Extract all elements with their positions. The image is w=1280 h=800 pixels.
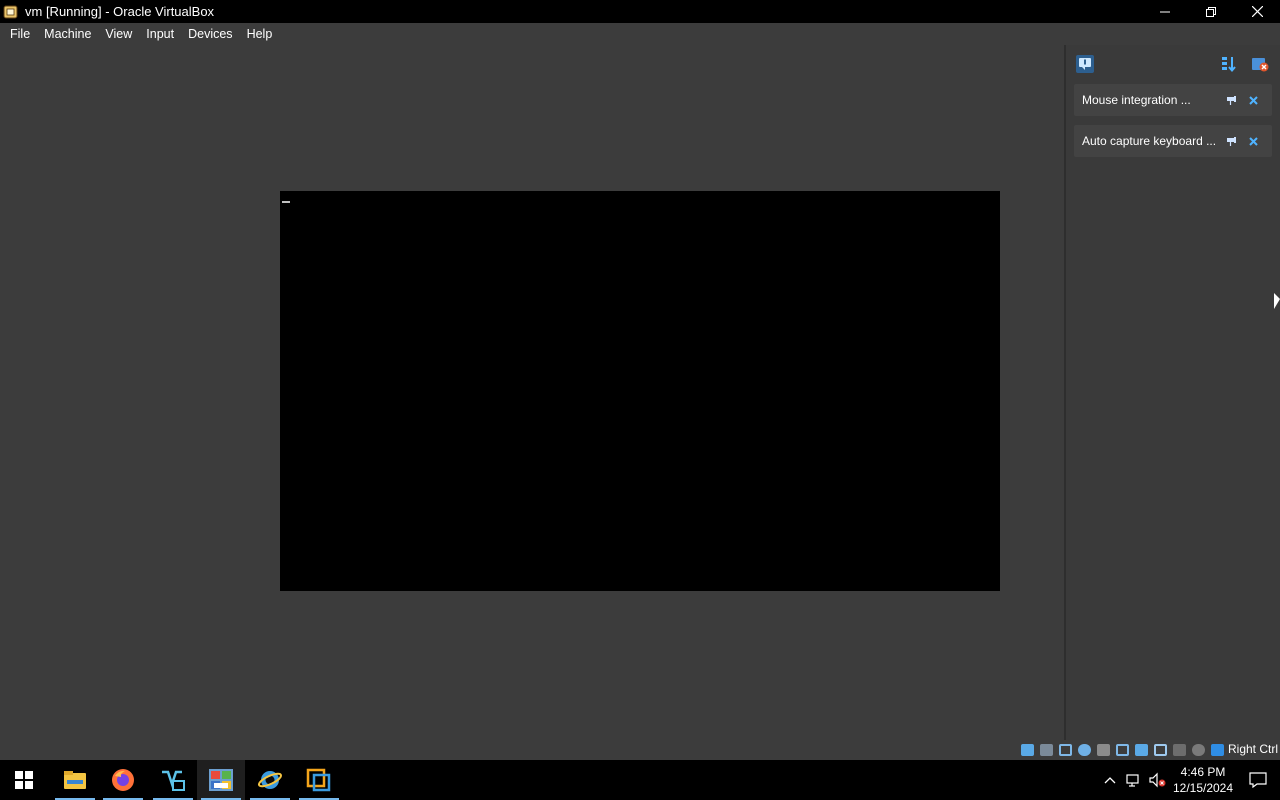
notification-panel-header [1066,45,1280,83]
status-bar: Right Ctrl [0,740,1280,760]
pin-icon[interactable] [1224,93,1238,107]
optical-drive-icon[interactable] [1037,741,1055,759]
restore-icon [1206,6,1216,17]
notification-center-icon[interactable] [1075,54,1095,74]
window-controls [1142,0,1280,23]
taskbar: 4:46 PM 12/15/2024 [0,760,1280,800]
mouse-integration-icon[interactable] [1189,741,1207,759]
taskbar-app-windows-2000[interactable] [197,760,245,800]
minimize-icon [1160,11,1170,12]
internet-explorer-icon [257,771,283,789]
windows-2000-icon [209,769,233,791]
cpu-icon[interactable] [1170,741,1188,759]
close-icon[interactable] [1246,134,1260,148]
volume-muted-icon[interactable] [1146,760,1170,800]
close-icon [1251,6,1263,17]
notification-panel: Mouse integration ... Auto capture keybo… [1064,45,1280,740]
usb-icon[interactable] [1075,741,1093,759]
clock[interactable]: 4:46 PM 12/15/2024 [1170,764,1236,796]
system-tray: 4:46 PM 12/15/2024 [1098,760,1280,800]
close-button[interactable] [1234,0,1280,23]
dismiss-all-icon[interactable] [1250,54,1270,74]
host-key-label[interactable]: Right Ctrl [1228,742,1278,756]
vm-screen[interactable] [280,191,1000,591]
menu-help[interactable]: Help [240,27,280,41]
taskbar-app-firefox[interactable] [99,760,147,800]
recording-icon[interactable] [1132,741,1150,759]
action-center-button[interactable] [1236,760,1280,800]
virtualbox-app-icon[interactable] [2,3,20,21]
text-cursor [282,201,290,203]
firefox-icon [112,769,134,791]
menu-view[interactable]: View [98,27,139,41]
display-icon[interactable] [1113,741,1131,759]
notification-item[interactable]: Auto capture keyboard ... [1074,125,1272,157]
taskbar-app-internet-explorer[interactable] [246,760,294,800]
clock-date: 12/15/2024 [1172,781,1234,795]
menu-devices[interactable]: Devices [181,27,239,41]
menu-file[interactable]: File [3,27,37,41]
vm-display-area [0,45,1064,740]
hard-disk-icon[interactable] [1018,741,1036,759]
action-center-icon [1249,772,1267,788]
close-icon[interactable] [1246,93,1260,107]
menu-machine[interactable]: Machine [37,27,98,41]
notification-text: Mouse integration ... [1082,93,1191,107]
start-button[interactable] [0,760,48,800]
taskbar-app-file-explorer[interactable] [51,760,99,800]
keyboard-capture-icon[interactable] [1208,741,1226,759]
minimize-button[interactable] [1142,0,1188,23]
visual-studio-icon [162,770,185,791]
windows-start-icon [15,771,33,789]
taskbar-app-visual-studio[interactable] [149,760,197,800]
clock-time: 4:46 PM [1180,765,1226,779]
network-icon[interactable] [1056,741,1074,759]
restore-button[interactable] [1188,0,1234,23]
menu-input[interactable]: Input [139,27,181,41]
virtualbox-icon [306,768,331,792]
pin-icon[interactable] [1224,134,1238,148]
shared-folders-icon[interactable] [1094,741,1112,759]
sort-icon[interactable] [1219,54,1239,74]
chevron-up-icon[interactable] [1098,760,1122,800]
menu-bar: File Machine View Input Devices Help [0,23,1280,45]
window-title: vm [Running] - Oracle VirtualBox [25,4,215,19]
notification-item[interactable]: Mouse integration ... [1074,84,1272,116]
virtualization-icon[interactable] [1151,741,1169,759]
network-icon[interactable] [1122,760,1146,800]
title-bar: vm [Running] - Oracle VirtualBox [0,0,1280,23]
notification-text: Auto capture keyboard ... [1082,134,1217,148]
status-bar-icons [1018,741,1226,759]
taskbar-app-virtualbox[interactable] [295,760,343,800]
file-explorer-icon [64,771,86,789]
mouse-pointer-icon [1274,293,1280,309]
